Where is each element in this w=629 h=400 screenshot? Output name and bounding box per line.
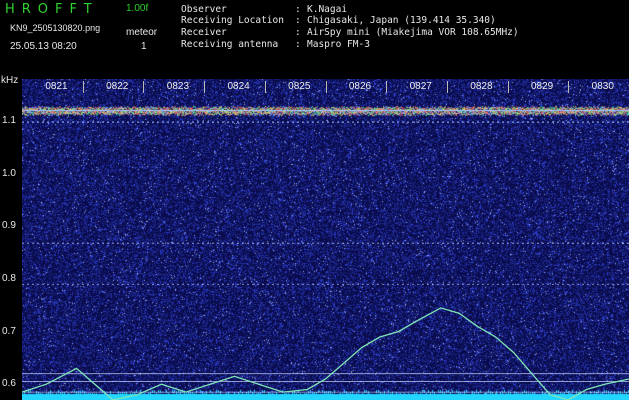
x-tick-label: 0829	[530, 81, 554, 92]
x-tick	[82, 81, 84, 93]
y-tick-label: 1.0	[2, 167, 16, 179]
x-tick	[204, 81, 206, 93]
info-label-antenna: Receiving antenna	[181, 39, 279, 50]
info-label-location: Receiving Location	[181, 15, 284, 26]
x-tick-label: 0824	[227, 81, 250, 92]
x-tick-label: 0826	[348, 81, 372, 92]
y-tick-label: 0.6	[2, 378, 16, 390]
x-tick-label: 0821	[45, 81, 68, 92]
info-label-observer: Observer	[181, 4, 227, 15]
x-tick-label: 0825	[288, 81, 311, 92]
version-label: 1.00f	[126, 3, 149, 14]
x-tick-label: 0823	[166, 81, 190, 92]
datetime-label: 25.05.13 08:20	[10, 41, 77, 52]
signal-trace	[22, 307, 629, 400]
filename-label: KN9_2505130820.png	[10, 23, 101, 33]
header-panel: HROFFT 1.00f KN9_2505130820.png meteor 2…	[0, 0, 629, 72]
info-value-observer: K.Nagai	[307, 4, 348, 15]
app-title: HROFFT	[5, 2, 99, 17]
y-axis-unit: kHz	[1, 75, 19, 86]
count-label: 1	[141, 41, 147, 52]
x-tick	[264, 81, 266, 93]
x-tick-label: 0827	[409, 81, 432, 92]
info-value-antenna: Maspro FM-3	[307, 39, 370, 50]
mode-label: meteor	[126, 27, 158, 38]
x-tick	[446, 81, 448, 93]
y-tick-label: 0.9	[2, 220, 16, 232]
spectrogram-overlay	[22, 109, 629, 400]
info-label-receiver: Receiver	[181, 27, 227, 38]
y-tick-label: 1.1	[2, 115, 16, 127]
x-tick	[386, 81, 388, 93]
y-tick-label: 0.8	[2, 272, 16, 284]
x-tick	[568, 81, 570, 93]
info-value-location: Chigasaki, Japan (139.414 35.340)	[307, 15, 496, 26]
info-sep: :	[295, 15, 301, 26]
y-tick-label: 0.7	[2, 325, 16, 337]
info-value-receiver: AirSpy mini (Miakejima VOR 108.65MHz)	[307, 27, 519, 38]
x-tick-label: 0822	[106, 81, 129, 92]
info-sep: :	[295, 39, 301, 50]
x-tick-label: 0828	[470, 81, 493, 92]
x-tick	[143, 81, 145, 93]
x-tick	[325, 81, 327, 93]
info-sep: :	[295, 4, 301, 15]
x-tick	[507, 81, 509, 93]
info-sep: :	[295, 27, 301, 38]
x-tick-label: 0830	[591, 81, 614, 92]
